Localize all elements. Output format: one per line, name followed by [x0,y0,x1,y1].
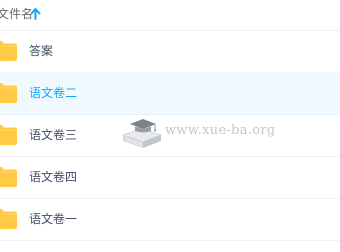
watermark: www.xue-ba.org [121,115,275,151]
file-row-chinese-paper-4[interactable]: 语文卷四 [0,157,340,199]
watermark-text: www.xue-ba.org [165,123,276,138]
file-name[interactable]: 答案 [29,43,53,59]
file-row-chinese-paper-2[interactable]: 语文卷二 [0,73,340,115]
folder-icon [0,41,17,61]
file-name[interactable]: 语文卷三 [29,127,77,143]
file-name[interactable]: 语文卷一 [29,211,77,227]
folder-icon [0,209,17,229]
folder-icon [0,83,17,103]
graduation-cap-book-icon [121,119,163,148]
file-name[interactable]: 语文卷四 [29,169,77,185]
folder-icon [0,167,17,187]
list-header: 文件名 [0,0,340,31]
file-name[interactable]: 语文卷二 [29,85,77,101]
sort-ascending-icon[interactable] [30,8,41,20]
folder-icon [0,125,17,145]
file-row-chinese-paper-1[interactable]: 语文卷一 [0,199,340,241]
file-row-answers[interactable]: 答案 [0,31,340,73]
filename-column-header[interactable]: 文件名 [0,6,33,22]
file-list: 文件名 答案 语文卷二 语文卷三 语文卷四 语文卷一 www.xue-ba.or… [0,0,340,252]
